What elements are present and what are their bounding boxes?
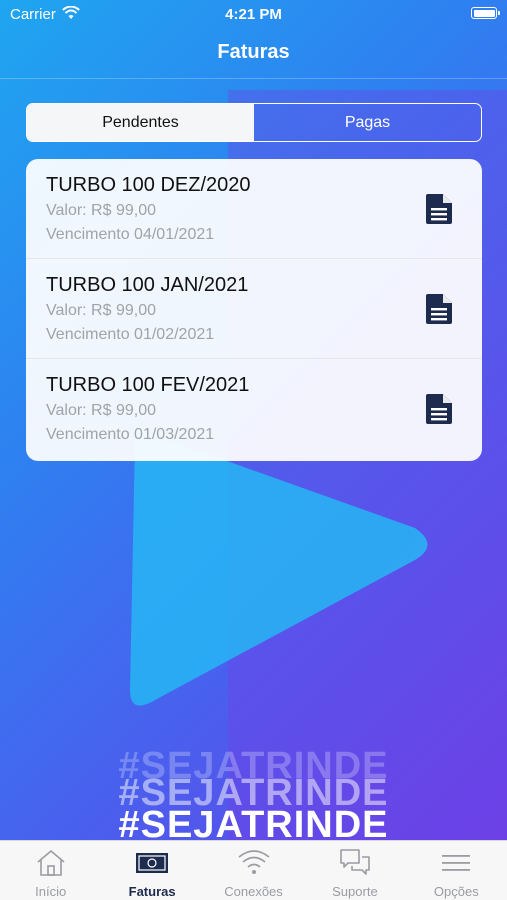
tab-label: Suporte: [332, 884, 378, 899]
invoice-due-date: Vencimento 01/02/2021: [46, 326, 215, 343]
battery-icon: [471, 7, 500, 19]
document-icon[interactable]: [424, 193, 454, 225]
app-screen: Carrier 4:21 PM Faturas Pendentes Pagas …: [0, 0, 507, 900]
invoice-row[interactable]: TURBO 100 FEV/2021 Valor: R$ 99,00 Venci…: [26, 359, 482, 459]
tab-conexoes[interactable]: Conexões: [203, 841, 304, 900]
tab-opcoes[interactable]: Opções: [406, 841, 507, 900]
invoice-icon: [136, 853, 169, 873]
wifi-icon: [238, 850, 270, 874]
page-title: Faturas: [217, 41, 290, 63]
tab-suporte[interactable]: Suporte: [304, 841, 405, 900]
tab-faturas[interactable]: Faturas: [101, 841, 202, 900]
invoice-title: TURBO 100 FEV/2021: [46, 374, 250, 396]
clock-time: 4:21 PM: [225, 6, 282, 23]
document-icon[interactable]: [424, 293, 454, 325]
invoice-due-date: Vencimento 04/01/2021: [46, 226, 215, 243]
tab-label: Faturas: [128, 884, 176, 899]
tab-label: Início: [35, 884, 67, 899]
invoice-title: TURBO 100 JAN/2021: [46, 274, 249, 296]
menu-icon: [442, 855, 471, 871]
tab-label: Conexões: [224, 884, 283, 899]
tab-label: Opções: [433, 884, 479, 899]
segment-pendentes[interactable]: Pendentes: [27, 104, 254, 141]
invoice-title: TURBO 100 DEZ/2020: [46, 174, 251, 196]
status-bar: Carrier 4:21 PM: [0, 0, 507, 28]
invoice-row[interactable]: TURBO 100 DEZ/2020 Valor: R$ 99,00 Venci…: [26, 159, 482, 259]
document-icon[interactable]: [424, 393, 454, 425]
invoice-value: Valor: R$ 99,00: [46, 402, 156, 419]
home-icon: [37, 849, 65, 876]
invoice-status-segmented-control: Pendentes Pagas: [26, 103, 482, 142]
invoice-list: TURBO 100 DEZ/2020 Valor: R$ 99,00 Venci…: [26, 159, 482, 461]
tab-bar: Início Faturas Conexões Suporte Opções: [0, 840, 507, 900]
invoice-due-date: Vencimento 01/03/2021: [46, 426, 215, 443]
segment-pagas[interactable]: Pagas: [254, 104, 481, 141]
invoice-row[interactable]: TURBO 100 JAN/2021 Valor: R$ 99,00 Venci…: [26, 259, 482, 359]
tab-inicio[interactable]: Início: [0, 841, 101, 900]
invoice-value: Valor: R$ 99,00: [46, 202, 156, 219]
invoice-value: Valor: R$ 99,00: [46, 302, 156, 319]
navigation-bar: Faturas: [0, 28, 507, 79]
chat-bubbles-icon: [340, 849, 370, 875]
